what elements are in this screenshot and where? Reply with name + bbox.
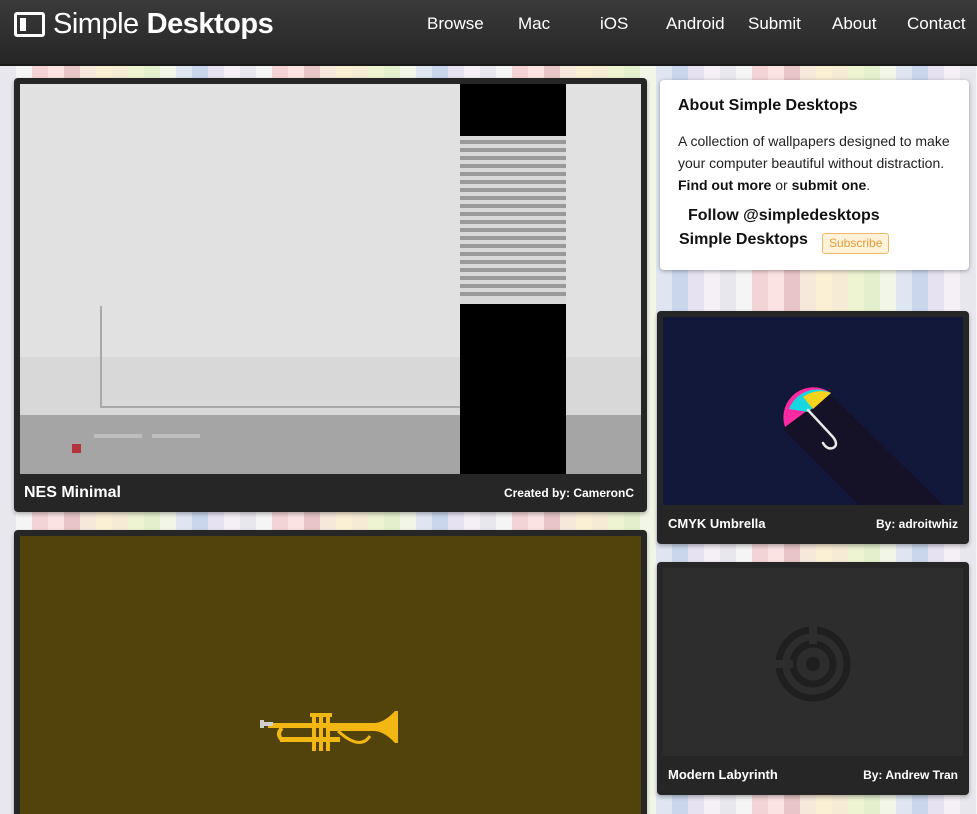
nav-mac[interactable]: Mac — [518, 14, 550, 34]
site-logo[interactable]: Simple Desktops — [14, 7, 274, 40]
trumpet-icon — [260, 711, 398, 751]
about-text: A collection of wallpapers designed to m… — [678, 133, 950, 171]
simple-desktops-label: Simple Desktops — [679, 231, 808, 248]
about-period: . — [866, 177, 871, 193]
submit-one-link[interactable]: submit one — [792, 177, 867, 193]
wallpaper-thumbnail-cmyk-umbrella[interactable] — [663, 317, 963, 505]
labyrinth-icon — [775, 626, 851, 702]
subscribe-button[interactable]: Subscribe — [822, 233, 890, 254]
wallpaper-credit[interactable]: By: adroitwhiz — [876, 517, 958, 531]
wallpaper-credit[interactable]: Created by: CameronC — [504, 486, 634, 500]
follow-twitter-link[interactable]: Follow @simpledesktops — [688, 207, 880, 225]
wallpaper-thumbnail-nes-minimal[interactable] — [20, 84, 641, 474]
desktop-logo-icon — [14, 11, 45, 37]
site-header: Simple Desktops Browse Mac iOS Android S… — [0, 0, 977, 66]
about-or: or — [771, 177, 792, 193]
wallpaper-title[interactable]: Modern Labyrinth — [668, 767, 778, 782]
nav-about[interactable]: About — [832, 14, 876, 34]
about-description: A collection of wallpapers designed to m… — [678, 130, 958, 196]
about-box: About Simple Desktops A collection of wa… — [660, 80, 969, 270]
wallpaper-card-cmyk-umbrella[interactable]: CMYK Umbrella By: adroitwhiz — [657, 311, 969, 544]
wallpaper-card-trumpet[interactable] — [14, 530, 647, 814]
find-out-more-link[interactable]: Find out more — [678, 177, 771, 193]
nav-android[interactable]: Android — [666, 14, 725, 34]
umbrella-icon — [783, 387, 943, 505]
wallpaper-thumbnail-trumpet[interactable] — [20, 536, 641, 814]
wallpaper-title[interactable]: CMYK Umbrella — [668, 516, 766, 531]
nav-contact[interactable]: Contact — [907, 14, 966, 34]
nav-ios[interactable]: iOS — [600, 14, 628, 34]
wallpaper-card-modern-labyrinth[interactable]: Modern Labyrinth By: Andrew Tran — [657, 562, 969, 795]
about-title: About Simple Desktops — [678, 97, 858, 114]
nav-submit[interactable]: Submit — [748, 14, 801, 34]
wallpaper-card-nes-minimal[interactable]: NES Minimal Created by: CameronC — [14, 78, 647, 512]
logo-text-desktops: Desktops — [146, 7, 274, 40]
wallpaper-credit[interactable]: By: Andrew Tran — [863, 768, 958, 782]
nav-browse[interactable]: Browse — [427, 14, 484, 34]
wallpaper-thumbnail-modern-labyrinth[interactable] — [663, 568, 963, 756]
nes-minimal-image — [20, 84, 641, 474]
logo-text-simple: Simple — [53, 7, 139, 40]
wallpaper-title[interactable]: NES Minimal — [24, 484, 121, 502]
